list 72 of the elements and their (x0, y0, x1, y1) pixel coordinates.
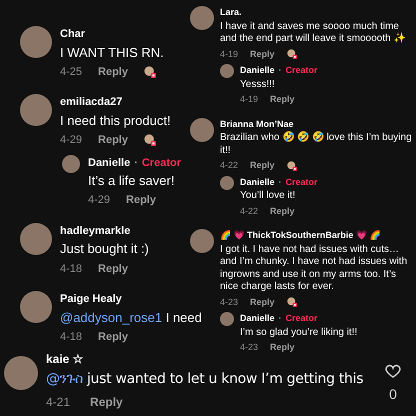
avatar (220, 64, 234, 78)
avatar (20, 94, 52, 126)
comment-author: kaie ☆ (46, 351, 85, 368)
comment-date: 4-22 (240, 204, 258, 218)
reply-link[interactable]: Reply (250, 296, 275, 309)
separator-dot: · (278, 176, 282, 188)
reply-link[interactable]: Reply (98, 328, 128, 346)
comment-author: Lara. (220, 6, 243, 19)
comment-author: Paige Healy (60, 292, 123, 307)
avatar (20, 26, 52, 58)
avatar (190, 118, 214, 142)
reply-link[interactable]: Reply (98, 260, 128, 277)
reply-link[interactable]: Reply (90, 393, 123, 411)
reply-link[interactable]: Reply (270, 93, 295, 106)
avatar (220, 312, 234, 326)
comment-date: 4-21 (46, 394, 70, 411)
comment-text: Just bought it :) (60, 241, 149, 258)
comment-text: @ንጉስ just wanted to let u know I’m getting this (46, 370, 364, 389)
avatar (190, 6, 214, 30)
comment-author: hadleymarkle (60, 224, 132, 239)
creator-label: Creator (286, 64, 318, 77)
reply-text: You’ll love it! (240, 190, 296, 202)
comment-text: I WANT THIS RN. (60, 44, 164, 61)
comment-date: 4-23 (220, 296, 238, 308)
creator-label: Creator (286, 176, 318, 188)
comment-date: 4-23 (240, 341, 258, 354)
avatar (20, 222, 52, 255)
comment-text: I have it and saves me soooo much time and the end part will leave it smooooth ✨ (220, 20, 406, 46)
separator-dot: · (278, 64, 282, 77)
comment-author: Danielle (240, 176, 275, 188)
separator-dot: · (134, 156, 138, 170)
avatar (190, 229, 214, 253)
comment-text: I need this product! (60, 112, 171, 129)
reply-link[interactable]: Reply (270, 204, 295, 218)
comment-date: 4-19 (220, 48, 238, 60)
mention-link[interactable]: @ንጉስ (46, 371, 83, 387)
reply-link[interactable]: Reply (126, 192, 156, 209)
reply-link[interactable]: Reply (270, 341, 295, 354)
comment-date: 4-19 (240, 93, 258, 106)
comment-author: 🌈 💗 ThickTokSouthernBarbie 💗 🌈 (220, 229, 382, 242)
comment-text: @addyson_rose1 I need (60, 310, 202, 326)
comment-date: 4-29 (88, 193, 110, 208)
reply-link[interactable]: Reply (250, 48, 275, 61)
avatar (20, 291, 52, 323)
comment-text: I got it. I have not had issues with cuts… and I’m chunky. I have not had issues with ingrowns and use it on my arms too. It’s nice charge lasts for ever. (220, 244, 408, 294)
creator-label: Creator (142, 156, 181, 170)
separator-dot: · (278, 312, 282, 325)
comment-date: 4-18 (60, 330, 82, 345)
avatar (4, 356, 38, 390)
comment-date: 4-22 (220, 159, 238, 172)
comment-author: Danielle (88, 156, 130, 170)
comment-date: 4-25 (60, 64, 82, 80)
comment-author: emiliacda27 (60, 95, 124, 110)
avatar (220, 176, 234, 190)
reply-link[interactable]: Reply (98, 132, 128, 148)
avatar (62, 154, 80, 172)
comment-date: 4-29 (60, 133, 82, 148)
comment-author: Char (60, 27, 86, 42)
comment-author: Brianna Mon’Nae (220, 118, 295, 130)
heart-icon[interactable] (384, 362, 402, 380)
comment-author: Danielle (240, 64, 275, 77)
reply-link[interactable]: Reply (98, 64, 128, 80)
comment-date: 4-18 (60, 262, 82, 276)
reply-link[interactable]: Reply (250, 159, 275, 172)
comment-text: Brazilian who 🤣 🤣 🤣 love this I’m buying it!! (220, 132, 413, 157)
reply-text: I’m so glad you’re liking it!! (240, 326, 358, 339)
comment-author: Danielle (240, 312, 275, 325)
reply-text: Yesss!!! (240, 78, 276, 91)
reply-text: It’s a life saver! (88, 173, 176, 190)
like-count: 0 (389, 385, 397, 404)
creator-label: Creator (286, 312, 318, 325)
mention-link[interactable]: @addyson_rose1 (60, 310, 162, 324)
